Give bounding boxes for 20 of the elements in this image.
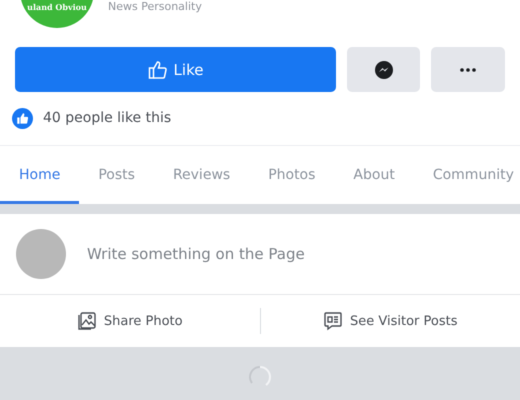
post-input-field[interactable]: Write something on the Page xyxy=(85,244,504,264)
like-button[interactable]: Like xyxy=(15,47,336,92)
visitor-posts-button[interactable]: See Visitor Posts xyxy=(260,310,520,332)
page-category: News Personality xyxy=(108,0,202,13)
page-tab[interactable]: Posts xyxy=(79,146,154,204)
avatar-placeholder xyxy=(16,229,66,279)
more-icon xyxy=(460,68,476,72)
messenger-button[interactable] xyxy=(347,47,420,92)
logo-text: uland Obviou xyxy=(27,2,87,12)
share-photo-button[interactable]: Share Photo xyxy=(0,310,260,332)
likes-count: 40 people like this xyxy=(43,110,172,126)
messenger-icon xyxy=(374,60,394,80)
page-tab[interactable]: Reviews xyxy=(154,146,250,204)
page-tab[interactable]: Photos xyxy=(249,146,334,204)
thumbs-up-icon xyxy=(148,60,168,80)
page-tab[interactable]: About xyxy=(334,146,414,204)
page-tab[interactable]: Community xyxy=(414,146,520,204)
like-badge-icon xyxy=(12,108,33,128)
chat-bubble-icon xyxy=(323,311,343,331)
image-icon xyxy=(76,311,97,331)
